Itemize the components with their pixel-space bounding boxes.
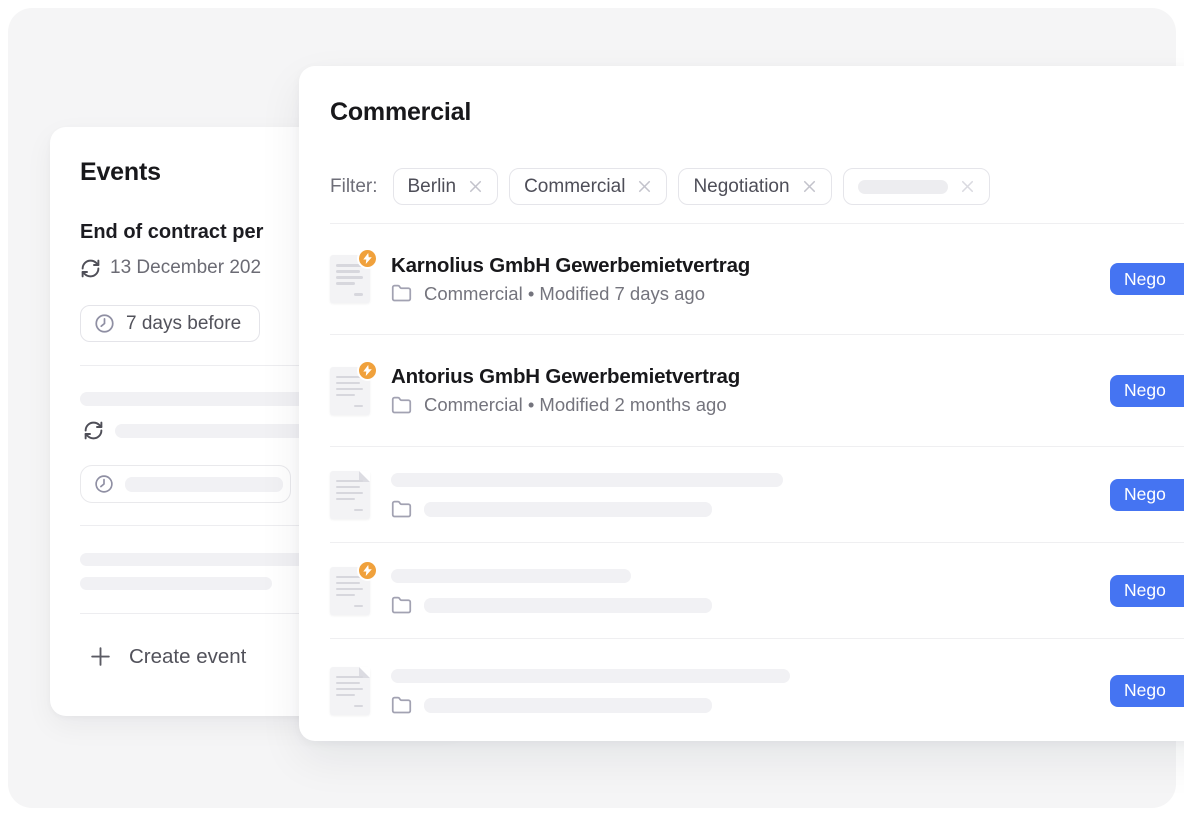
filter-chip-commercial[interactable]: Commercial <box>509 168 667 205</box>
skeleton-bar <box>424 502 712 517</box>
event-name: End of contract per <box>80 221 263 244</box>
close-icon[interactable] <box>958 177 977 196</box>
skeleton-bar <box>391 669 790 683</box>
repeat-icon <box>80 258 101 279</box>
skeleton-bar <box>80 577 272 590</box>
folder-icon <box>391 695 412 716</box>
document-title: Antorius GmbH Gewerbemietvertrag <box>391 365 740 389</box>
commercial-card: Commercial Filter: Berlin Commercial Neg… <box>299 66 1184 741</box>
filter-chip-berlin[interactable]: Berlin <box>393 168 499 205</box>
document-icon <box>330 471 370 519</box>
status-badge: Nego <box>1110 375 1184 407</box>
skeleton-bar <box>391 569 631 583</box>
skeleton-reminder-pill <box>80 465 291 503</box>
folder-icon <box>391 595 412 616</box>
document-icon <box>330 255 370 303</box>
filter-bar: Filter: Berlin Commercial Negotiation <box>330 168 990 205</box>
filter-chip-skeleton[interactable] <box>843 168 990 205</box>
commercial-card-title: Commercial <box>330 98 471 127</box>
create-event-button[interactable]: Create event <box>88 644 246 669</box>
document-list: Karnolius GmbH Gewerbemietvertrag Commer… <box>330 223 1184 742</box>
repeat-icon <box>83 420 104 441</box>
document-row-skeleton[interactable]: Nego <box>330 639 1184 742</box>
filter-label: Filter: <box>330 176 378 198</box>
status-badge: Nego <box>1110 263 1184 295</box>
document-meta: Commercial • Modified 2 months ago <box>424 394 727 416</box>
event-date-row: 13 December 202 <box>80 257 261 279</box>
document-meta: Commercial • Modified 7 days ago <box>424 283 705 305</box>
skeleton-bar <box>125 477 283 492</box>
status-badge: Nego <box>1110 479 1184 511</box>
document-row[interactable]: Karnolius GmbH Gewerbemietvertrag Commer… <box>330 224 1184 335</box>
document-icon <box>330 567 370 615</box>
plus-icon <box>88 644 113 669</box>
app-surface: Events End of contract per 13 December 2… <box>8 8 1176 808</box>
document-icon <box>330 367 370 415</box>
document-row[interactable]: Antorius GmbH Gewerbemietvertrag Commerc… <box>330 335 1184 447</box>
event-date: 13 December 202 <box>110 257 261 279</box>
skeleton-bar <box>858 180 948 194</box>
folder-icon <box>391 395 412 416</box>
document-row-skeleton[interactable]: Nego <box>330 447 1184 543</box>
filter-chip-negotiation[interactable]: Negotiation <box>678 168 831 205</box>
reminder-label: 7 days before <box>126 313 241 335</box>
status-badge: Nego <box>1110 675 1184 707</box>
filter-chip-label: Negotiation <box>693 176 789 198</box>
document-icon <box>330 667 370 715</box>
skeleton-bar <box>391 473 783 487</box>
folder-icon <box>391 499 412 520</box>
filter-chip-label: Commercial <box>524 176 625 198</box>
close-icon[interactable] <box>800 177 819 196</box>
clock-icon <box>93 312 116 335</box>
reminder-pill[interactable]: 7 days before <box>80 305 260 342</box>
bolt-icon <box>357 248 378 269</box>
bolt-icon <box>357 560 378 581</box>
status-badge: Nego <box>1110 575 1184 607</box>
events-card-title: Events <box>80 158 161 187</box>
document-title: Karnolius GmbH Gewerbemietvertrag <box>391 254 750 278</box>
document-row-skeleton[interactable]: Nego <box>330 543 1184 639</box>
clock-icon <box>93 473 115 495</box>
close-icon[interactable] <box>466 177 485 196</box>
close-icon[interactable] <box>635 177 654 196</box>
skeleton-bar <box>424 698 712 713</box>
folder-icon <box>391 283 412 304</box>
filter-chip-label: Berlin <box>408 176 457 198</box>
skeleton-bar <box>424 598 712 613</box>
bolt-icon <box>357 360 378 381</box>
create-event-label: Create event <box>129 645 246 669</box>
